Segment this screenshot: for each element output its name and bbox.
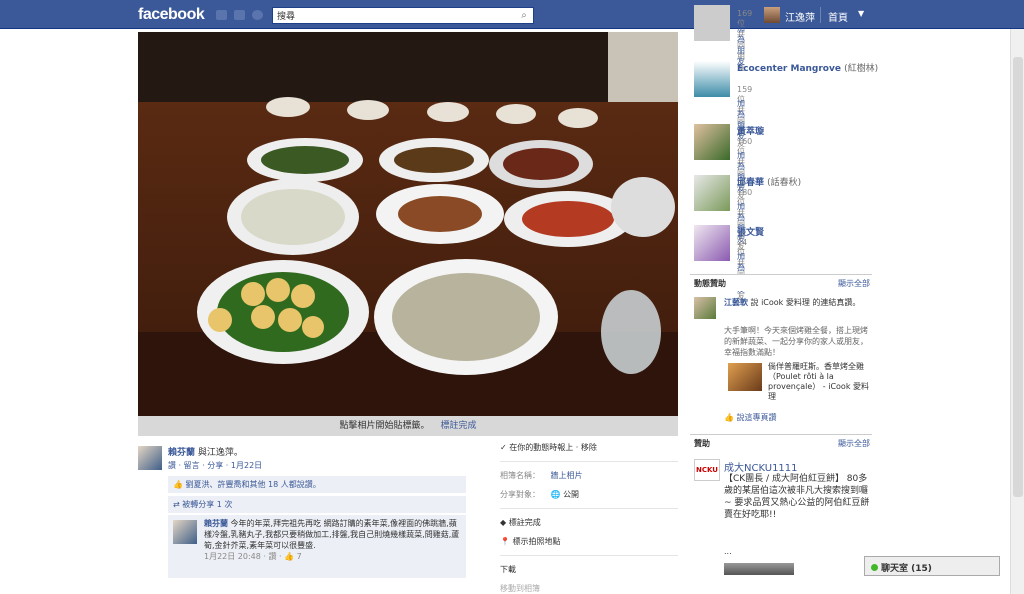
album-link[interactable]: 牆上相片 xyxy=(551,471,583,480)
location-text[interactable]: 標示拍照地點 xyxy=(513,537,561,546)
download-link[interactable]: 下載 xyxy=(500,564,678,575)
ad-image[interactable] xyxy=(724,563,794,575)
globe-icon: 🌐 xyxy=(550,490,561,499)
sponsored-header: 贊助 顯示全部 xyxy=(690,434,872,451)
post-author-link[interactable]: 賴芬蘭 xyxy=(168,448,195,458)
ad-more: ... xyxy=(724,547,732,556)
pymk-thumb[interactable] xyxy=(694,175,730,211)
pymk-name[interactable]: 張文賢 xyxy=(737,225,764,238)
like-thumb-icon: 👍 xyxy=(173,480,183,489)
divider xyxy=(500,508,678,509)
facebook-logo[interactable]: facebook xyxy=(138,6,205,24)
comment-text: 今年的年菜,拜完祖先再吃 網路訂購的素年菜,像裡面的佛跳牆,蘋樣冷盤,乳豬丸子,… xyxy=(204,519,460,550)
tag-instruction: 點擊相片開始貼標籤。 xyxy=(339,421,430,431)
account-menu-caret-icon[interactable]: ▼ xyxy=(858,9,864,18)
likes-summary: 👍 劉夏洪、許豐喬和其他 18 人都說讚。 xyxy=(168,476,466,493)
pymk-name[interactable]: Ecocenter Mangrove (紅樹林) xyxy=(737,61,878,74)
ad-body: 【CK團長 / 成大阿伯紅豆餅】 80多歲的某居伯這次被非凡大搜索搜到囉~ 要求… xyxy=(724,474,870,520)
pymk-thumb[interactable] xyxy=(694,225,730,261)
tag-done-text[interactable]: 標註完成 xyxy=(509,518,541,527)
search-icon[interactable]: ⌕ xyxy=(516,8,532,23)
share-value[interactable]: 公開 xyxy=(563,490,579,499)
show-all-link[interactable]: 顯示全部 xyxy=(838,438,870,449)
pymk-thumb[interactable] xyxy=(694,5,730,41)
photo-meta-column: ✓ 在你的動態時報上 · 移除 相簿名稱： 牆上相片 分享對象： 🌐 公開 ◆ … xyxy=(500,442,678,594)
share-icon: ⇄ xyxy=(173,500,180,509)
chat-bar[interactable]: 聊天室 (15) xyxy=(864,556,1000,576)
photo-viewer[interactable] xyxy=(138,32,678,416)
comment-author-link[interactable]: 賴芬蘭 xyxy=(204,519,228,528)
search-input[interactable] xyxy=(272,7,534,24)
comment-avatar[interactable] xyxy=(173,520,197,544)
share-label: 分享對象： xyxy=(500,490,540,499)
post-actions[interactable]: 讚 · 留言 · 分享 · 1月22日 xyxy=(168,460,262,471)
chat-label: 聊天室 (15) xyxy=(881,564,932,574)
activity-text: 說 iCook 愛料理 的連結真讚。 xyxy=(750,298,861,307)
home-link[interactable]: 首頁 xyxy=(828,9,848,24)
activity-like-link[interactable]: 👍 說這專頁讚 xyxy=(724,412,777,423)
divider xyxy=(500,461,678,462)
sponsored-title: 贊助 xyxy=(694,439,710,448)
ad-title[interactable]: 成大NCKU1111 xyxy=(724,459,798,474)
move-album-link[interactable]: 移動到相簿 xyxy=(500,583,678,594)
friend-requests-icon[interactable] xyxy=(216,10,227,20)
location-row[interactable]: 📍 標示拍照地點 xyxy=(500,536,678,547)
activity-avatar[interactable] xyxy=(694,297,716,319)
activity-body: 大手筆啊！今天來個烤雞全餐，搭上現烤的新鮮蔬菜、一起分享你的家人或朋友，幸福指數… xyxy=(724,326,868,357)
activity-author-link[interactable]: 江藝軟 xyxy=(724,298,748,307)
sponsored-activity-header: 動態贊助 顯示全部 xyxy=(690,274,872,291)
likes-text[interactable]: 劉夏洪、許豐喬和其他 18 人都說讚。 xyxy=(186,480,321,489)
user-avatar[interactable] xyxy=(764,7,780,23)
top-navbar: facebook ⌕ 江逸萍 首頁 ▼ xyxy=(0,0,1024,29)
user-name-link[interactable]: 江逸萍 xyxy=(785,9,815,24)
scroll-thumb[interactable] xyxy=(1013,57,1023,497)
author-avatar[interactable] xyxy=(138,446,162,470)
sponsored-activity-title: 動態贊助 xyxy=(694,279,726,288)
food-photo xyxy=(138,32,678,416)
album-row: 相簿名稱： 牆上相片 xyxy=(500,470,678,481)
ad-logo[interactable]: NCKU xyxy=(694,459,720,481)
share-row: 分享對象： 🌐 公開 xyxy=(500,489,678,500)
comment-meta[interactable]: 1月22日 20:48 · 讚 · 👍 7 xyxy=(204,551,461,562)
scrollbar[interactable] xyxy=(1010,29,1024,594)
photo-caption-bar: 點擊相片開始貼標籤。 標註完成 xyxy=(138,416,678,436)
tag-done-row[interactable]: ◆ 標註完成 xyxy=(500,517,678,528)
post-with-text: 與江逸萍。 xyxy=(197,448,243,458)
divider xyxy=(500,555,678,556)
done-tagging-link[interactable]: 標註完成 xyxy=(440,421,476,431)
timeline-status-text[interactable]: 在你的動態時報上 · 移除 xyxy=(509,443,597,452)
post-header: 賴芬蘭 與江逸萍。 xyxy=(168,445,243,458)
pymk-thumb[interactable] xyxy=(694,124,730,160)
album-label: 相簿名稱： xyxy=(500,471,540,480)
activity-link-title[interactable]: 倘佯普羅旺斯。香草烤全雞（Poulet rôti à la provençale… xyxy=(768,362,870,402)
comment: 賴芬蘭 今年的年菜,拜完祖先再吃 網路訂購的素年菜,像裡面的佛跳牆,蘋樣冷盤,乳… xyxy=(168,515,466,578)
shares-text[interactable]: 被轉分享 1 次 xyxy=(182,500,232,509)
notifications-icon[interactable] xyxy=(252,10,263,20)
online-dot-icon xyxy=(871,564,878,571)
pymk-name[interactable]: 邱春華 (話春秋) xyxy=(737,175,801,188)
pymk-name[interactable]: 黃萃璇 xyxy=(737,124,764,137)
activity-thumb[interactable] xyxy=(728,363,762,391)
timeline-status: ✓ 在你的動態時報上 · 移除 xyxy=(500,443,597,452)
show-all-link[interactable]: 顯示全部 xyxy=(838,278,870,289)
activity-story: 江藝軟 說 iCook 愛料理 的連結真讚。 xyxy=(724,297,870,308)
divider xyxy=(820,7,821,23)
pymk-thumb[interactable] xyxy=(694,61,730,97)
messages-icon[interactable] xyxy=(234,10,245,20)
shares-summary[interactable]: ⇄ 被轉分享 1 次 xyxy=(168,496,466,513)
